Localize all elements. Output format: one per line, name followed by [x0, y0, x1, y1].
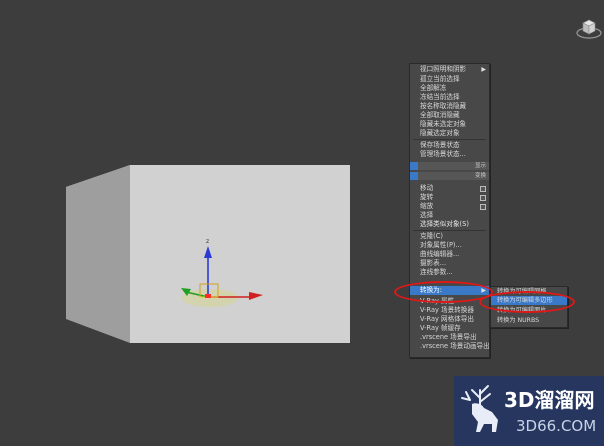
perspective-viewport[interactable]: z 视口照明和阴影 ▶ 孤立当前选择 全部解冻 冻结当前选择 按名称取消隐藏 全部…	[0, 0, 604, 446]
settings-box-icon[interactable]	[480, 204, 486, 210]
menu-item-rotate[interactable]: 旋转	[410, 193, 489, 202]
menu-item-curve-editor[interactable]: 曲线编辑器...	[410, 250, 489, 259]
quad-menu: 视口照明和阴影 ▶ 孤立当前选择 全部解冻 冻结当前选择 按名称取消隐藏 全部取消…	[409, 63, 490, 358]
menu-item-vray-mesh-export[interactable]: V-Ray 网格体导出	[410, 315, 489, 324]
gizmo-z-label: z	[206, 238, 209, 245]
quad-header-display[interactable]: 显示	[410, 162, 489, 170]
menu-separator	[413, 230, 486, 231]
menu-item-scale[interactable]: 缩放	[410, 202, 489, 211]
settings-box-icon[interactable]	[480, 186, 486, 192]
menu-item-isolate-selection[interactable]: 孤立当前选择	[410, 75, 489, 84]
menu-item-select[interactable]: 选择	[410, 211, 489, 220]
watermark-title: 3D溜溜网	[504, 388, 595, 412]
settings-box-icon[interactable]	[480, 195, 486, 201]
menu-item-unfreeze-all[interactable]: 全部解冻	[410, 84, 489, 93]
menu-item-hide-unselected[interactable]: 隐藏未选定对象	[410, 120, 489, 129]
menu-item-vrscene-animation-export[interactable]: .vrscene 场景动画导出	[410, 342, 489, 351]
deer-logo-icon	[461, 385, 498, 432]
watermark: 3D溜溜网 3D66.COM	[454, 376, 604, 446]
menu-item-vray-scene-converter[interactable]: V-Ray 场景转换器	[410, 306, 489, 315]
submenu-arrow-icon: ▶	[481, 66, 486, 73]
menu-item-hide-selection[interactable]: 隐藏选定对象	[410, 129, 489, 138]
menu-item-vray-frame-buffer[interactable]: V-Ray 帧缓存	[410, 324, 489, 333]
menu-item-dope-sheet[interactable]: 摄影表...	[410, 259, 489, 268]
menu-item-vrscene-export[interactable]: .vrscene 场景导出	[410, 333, 489, 342]
menu-item-freeze-selection[interactable]: 冻结当前选择	[410, 93, 489, 102]
menu-item-select-similar[interactable]: 选择类似对象(S)	[410, 220, 489, 229]
menu-item-wire-parameters[interactable]: 连线参数...	[410, 268, 489, 277]
box-front-face	[130, 165, 350, 343]
menu-item-move[interactable]: 移动	[410, 184, 489, 193]
menu-item-clone[interactable]: 克隆(C)	[410, 232, 489, 241]
menu-item-manage-scene-states[interactable]: 管理场景状态...	[410, 150, 489, 159]
box-left-face	[66, 165, 130, 343]
menu-item-unhide-by-name[interactable]: 按名称取消隐藏	[410, 102, 489, 111]
quad-header-transform[interactable]: 变换	[410, 172, 489, 180]
menu-item-object-properties[interactable]: 对象属性(P)...	[410, 241, 489, 250]
menu-item-viewport-lighting[interactable]: 视口照明和阴影 ▶	[410, 65, 489, 74]
menu-separator	[413, 139, 486, 140]
menu-item-save-scene-state[interactable]: 保存场景状态	[410, 141, 489, 150]
quad-tab	[410, 172, 418, 180]
watermark-url: 3D66.COM	[516, 417, 597, 435]
quad-tab	[410, 162, 418, 170]
submenu-item-nurbs[interactable]: 转换为 NURBS	[491, 316, 567, 325]
annotation-ring-editable-poly	[479, 291, 575, 313]
menu-item-unhide-all[interactable]: 全部取消隐藏	[410, 111, 489, 120]
annotation-ring-convert	[394, 281, 493, 303]
